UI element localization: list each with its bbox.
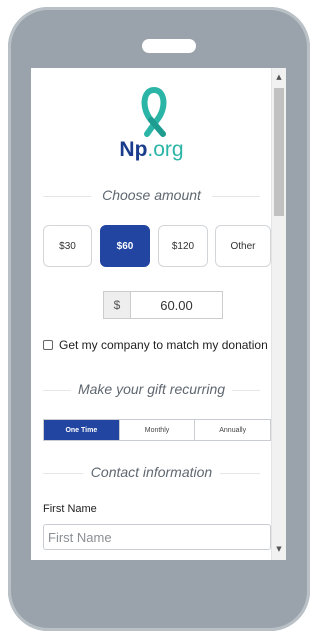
recurring-label: Make your gift recurring — [77, 381, 226, 397]
frequency-monthly[interactable]: Monthly — [120, 420, 196, 440]
divider — [43, 196, 91, 197]
frequency-selector: One Time Monthly Annually — [43, 419, 271, 441]
custom-amount-value[interactable]: 60.00 — [131, 292, 222, 318]
recurring-heading: Make your gift recurring — [31, 381, 272, 397]
phone-speaker — [142, 39, 196, 53]
divider — [43, 390, 71, 391]
amount-button-120[interactable]: $120 — [158, 225, 208, 267]
brand-bold: Np — [119, 138, 148, 161]
amount-button-60[interactable]: $60 — [100, 225, 150, 267]
frequency-one-time[interactable]: One Time — [44, 420, 120, 440]
amount-label: $30 — [59, 240, 76, 252]
choose-amount-heading: Choose amount — [31, 187, 272, 203]
amount-label: Other — [230, 240, 256, 252]
divider — [232, 390, 260, 391]
contact-heading: Contact information — [31, 464, 272, 480]
brand-suffix: .org — [147, 138, 184, 161]
divider — [220, 473, 260, 474]
first-name-label: First Name — [43, 503, 97, 515]
amount-button-other[interactable]: Other — [215, 225, 271, 267]
divider — [212, 196, 260, 197]
scroll-down-arrow-icon[interactable]: ▼ — [272, 542, 286, 556]
choose-amount-label: Choose amount — [102, 187, 201, 203]
frequency-annually[interactable]: Annually — [195, 420, 270, 440]
contact-label: Contact information — [90, 464, 213, 480]
scroll-up-arrow-icon[interactable]: ▲ — [272, 70, 286, 84]
scroll-thumb[interactable] — [274, 88, 284, 216]
donation-form-screen: Np.org Choose amount $30 $60 $120 Other … — [31, 68, 286, 560]
amount-label: $120 — [171, 240, 195, 252]
company-match-checkbox[interactable] — [43, 340, 53, 350]
divider — [43, 473, 83, 474]
amount-button-30[interactable]: $30 — [43, 225, 92, 267]
brand-name: Np.org — [31, 138, 272, 162]
ribbon-logo-icon — [141, 86, 167, 137]
first-name-input[interactable] — [43, 524, 271, 550]
currency-symbol: $ — [104, 292, 131, 318]
company-match-option[interactable]: Get my company to match my donation — [43, 338, 268, 352]
scrollbar[interactable]: ▲ ▼ — [271, 68, 286, 560]
amount-label: $60 — [116, 240, 134, 252]
custom-amount-field[interactable]: $ 60.00 — [103, 291, 223, 319]
company-match-label: Get my company to match my donation — [59, 338, 268, 352]
